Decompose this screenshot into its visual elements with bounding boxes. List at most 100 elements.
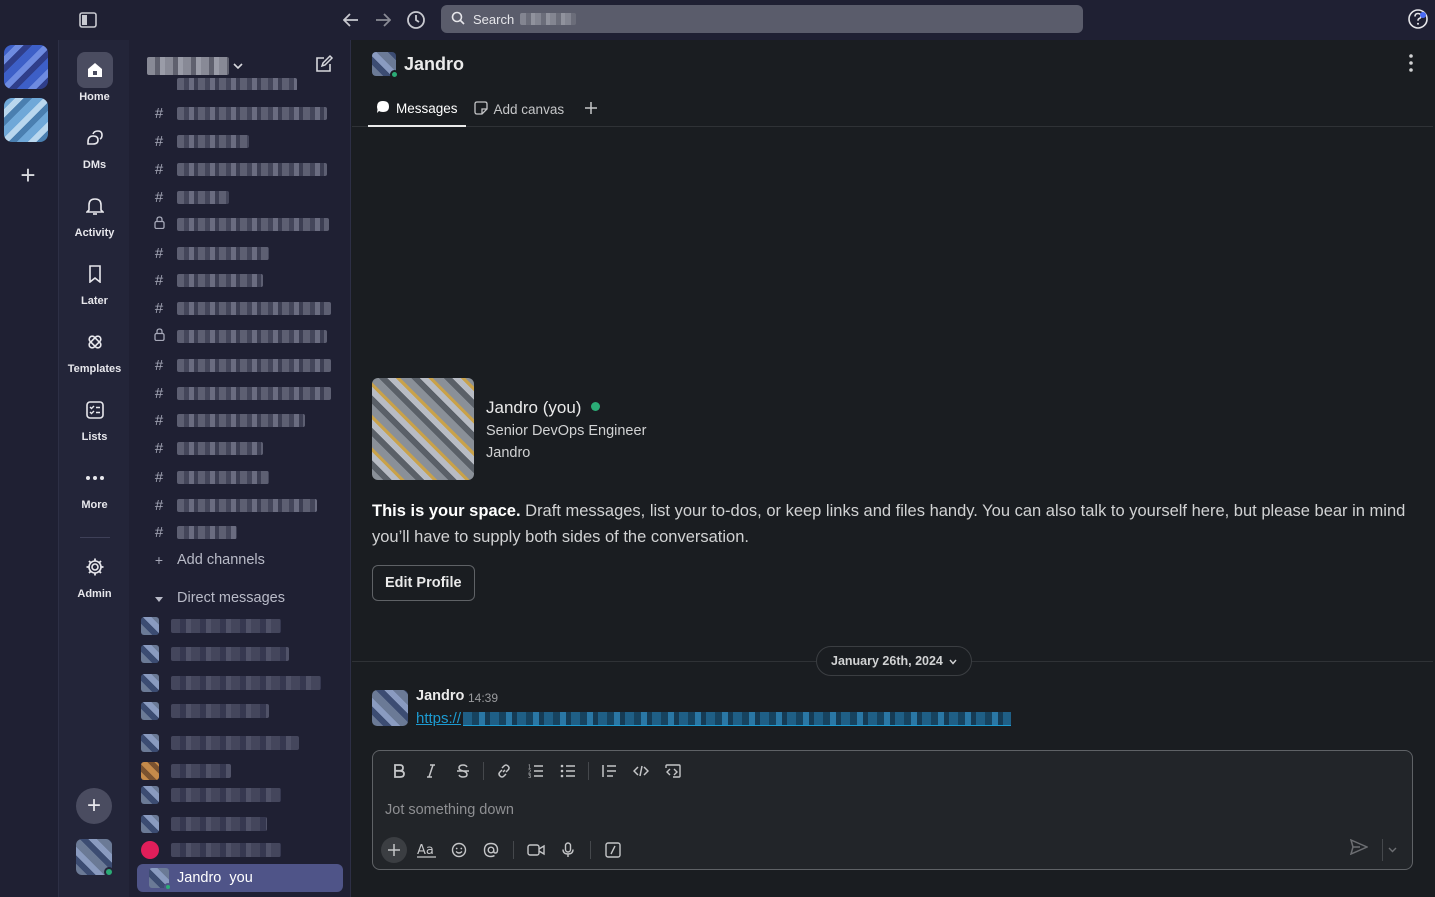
direct-messages-section-toggle[interactable]: Direct messages — [151, 587, 285, 609]
kebab-menu-icon[interactable] — [1403, 54, 1419, 78]
sidebar-toggle-icon[interactable] — [76, 8, 100, 32]
blockquote-icon[interactable] — [593, 759, 625, 783]
bulleted-list-icon[interactable] — [552, 759, 584, 783]
dm-item[interactable] — [141, 839, 281, 861]
channel-name-blurred — [177, 358, 331, 372]
profile-photo[interactable] — [372, 378, 474, 480]
svg-text:Aa: Aa — [417, 843, 434, 858]
strikethrough-icon[interactable] — [447, 759, 479, 783]
send-icon[interactable] — [1349, 838, 1372, 861]
dm-item[interactable] — [141, 672, 321, 694]
conversation-title[interactable]: Jandro — [372, 52, 464, 79]
channel-item[interactable]: # — [151, 437, 263, 459]
dm-item[interactable] — [141, 615, 281, 637]
channel-item[interactable]: # — [151, 382, 331, 404]
forward-arrow-icon[interactable] — [371, 8, 395, 32]
channel-item[interactable]: # — [151, 130, 249, 152]
rail-item-admin[interactable]: Admin — [59, 549, 130, 600]
tab-messages[interactable]: Messages — [368, 92, 466, 127]
workspace-logo[interactable] — [4, 98, 48, 142]
dm-avatar — [141, 617, 159, 635]
rail-item-later[interactable]: Later — [59, 256, 130, 307]
rail-item-dms[interactable]: DMs — [59, 120, 130, 171]
dm-item[interactable] — [141, 760, 231, 782]
channel-item[interactable]: # — [151, 269, 263, 291]
dm-name-blurred — [171, 704, 269, 718]
channel-item[interactable]: # — [151, 409, 305, 431]
dm-item[interactable] — [141, 700, 269, 722]
channel-item[interactable]: # — [151, 186, 229, 208]
composer-placeholder[interactable]: Jot something down — [385, 802, 514, 818]
self-avatar — [149, 868, 172, 891]
dm-item-self[interactable]: Jandro you — [137, 864, 343, 892]
channel-name-blurred — [177, 329, 327, 343]
code-icon[interactable] — [625, 759, 657, 783]
italic-icon[interactable] — [415, 759, 447, 783]
user-avatar[interactable] — [76, 839, 114, 877]
edit-profile-button[interactable]: Edit Profile — [372, 565, 475, 601]
channel-item[interactable] — [151, 325, 327, 347]
workspace-logo-active[interactable] — [4, 45, 48, 89]
video-icon[interactable] — [520, 837, 552, 863]
code-block-icon[interactable] — [657, 759, 689, 783]
channel-item[interactable]: # — [151, 466, 269, 488]
dm-item[interactable] — [141, 643, 289, 665]
add-channels-button[interactable]: + Add channels — [151, 549, 265, 571]
search-scope-blurred — [520, 13, 577, 25]
create-new-button[interactable]: + — [76, 788, 112, 824]
hash-icon: # — [154, 384, 164, 402]
channel-item[interactable]: # — [151, 297, 331, 319]
link-icon[interactable] — [488, 759, 520, 783]
back-arrow-icon[interactable] — [339, 8, 363, 32]
tab-add-canvas[interactable]: Add canvas — [466, 92, 573, 127]
channel-item[interactable] — [151, 78, 297, 90]
search-input[interactable]: Search — [441, 5, 1083, 33]
workspace-name-menu[interactable] — [147, 54, 243, 78]
slash-command-icon[interactable] — [597, 837, 629, 863]
text-formatting-icon[interactable]: Aa — [411, 837, 443, 863]
channel-item[interactable]: # — [151, 242, 269, 264]
rail-item-templates[interactable]: Templates — [59, 324, 130, 375]
chevron-down-icon — [949, 654, 957, 668]
intro-body: Draft messages, list your to-dos, or kee… — [372, 502, 1406, 546]
dm-name-blurred — [171, 843, 281, 857]
channel-item[interactable]: # — [151, 354, 331, 376]
dm-item[interactable] — [141, 813, 267, 835]
emoji-icon[interactable] — [443, 837, 475, 863]
dm-item[interactable] — [141, 732, 299, 754]
message-avatar[interactable] — [372, 690, 408, 726]
dm-item[interactable] — [141, 784, 281, 806]
message-timestamp[interactable]: 14:39 — [468, 691, 498, 705]
help-icon[interactable] — [1407, 8, 1429, 30]
compose-icon[interactable] — [314, 54, 336, 76]
rail-item-home[interactable]: Home — [59, 52, 130, 103]
title-avatar — [372, 52, 399, 79]
attach-plus-icon[interactable] — [381, 837, 407, 863]
channel-item[interactable] — [151, 213, 329, 235]
conversation-header: Jandro Messages Add canvas — [352, 40, 1433, 127]
dm-name-blurred — [171, 817, 267, 831]
channel-item[interactable]: # — [151, 158, 327, 180]
profile-name[interactable]: Jandro (you) — [486, 398, 601, 418]
dm-name-blurred — [171, 736, 299, 750]
rail-item-activity[interactable]: Activity — [59, 188, 130, 239]
dm-avatar — [141, 702, 159, 720]
add-tab-button[interactable] — [572, 92, 610, 127]
top-bar: Search — [0, 0, 1435, 40]
send-options-chevron-icon[interactable] — [1382, 839, 1400, 861]
rail-item-lists[interactable]: Lists — [59, 392, 130, 443]
date-divider-button[interactable]: January 26th, 2024 — [816, 646, 972, 676]
channel-item[interactable]: # — [151, 494, 317, 516]
rail-item-more[interactable]: More — [59, 460, 130, 511]
mention-icon[interactable] — [475, 837, 507, 863]
add-workspace-icon[interactable]: + — [14, 162, 42, 190]
microphone-icon[interactable] — [552, 837, 584, 863]
message-author[interactable]: Jandro — [416, 688, 464, 704]
message-link[interactable]: https:// — [416, 710, 1012, 727]
ordered-list-icon[interactable]: 123 — [520, 759, 552, 783]
channel-item[interactable]: # — [151, 102, 327, 124]
plus-icon: + — [154, 552, 164, 568]
channel-item[interactable]: # — [151, 521, 237, 543]
history-icon[interactable] — [404, 8, 428, 32]
bold-icon[interactable] — [383, 759, 415, 783]
